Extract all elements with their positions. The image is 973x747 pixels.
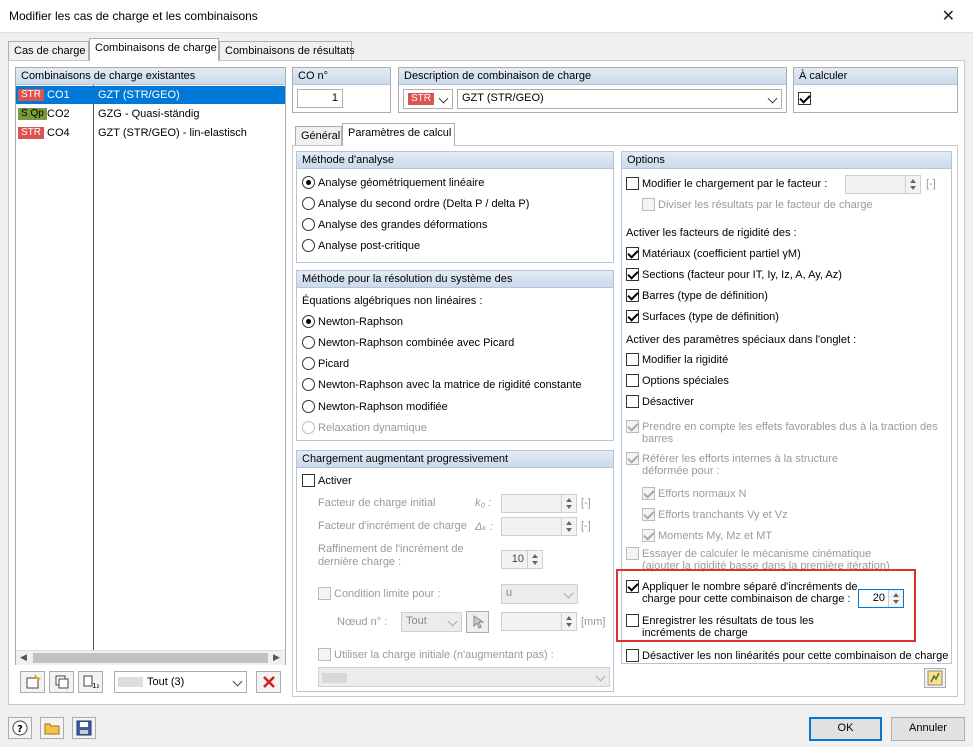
copy-combination-button[interactable] — [49, 671, 74, 693]
initial-load-combo[interactable] — [318, 667, 610, 687]
delete-button[interactable] — [256, 671, 281, 693]
list-item[interactable]: STR CO4 GZT (STR/GEO) - lin-elastisch — [16, 124, 285, 142]
ok-button[interactable]: OK — [809, 717, 882, 741]
existing-combinations-header: Combinaisons de charge existantes — [16, 68, 285, 85]
calculate-label: À calculer — [794, 68, 957, 85]
initial-factor-field[interactable] — [501, 494, 577, 513]
renumber-button[interactable]: 1₂ — [78, 671, 103, 693]
settings-icon — [927, 670, 943, 686]
renumber-icon: 1₂ — [83, 675, 99, 690]
details-button[interactable] — [924, 668, 946, 688]
load-factor-field[interactable] — [845, 175, 921, 194]
tab-parametres-de-calcul[interactable]: Paramètres de calcul — [342, 123, 455, 146]
open-button[interactable] — [40, 717, 64, 739]
chevron-down-icon — [447, 616, 458, 627]
svg-text:1₂: 1₂ — [92, 682, 99, 690]
analysis-large-deformation-option[interactable]: Analyse des grandes déformations — [302, 218, 487, 231]
cancel-button[interactable]: Annuler — [891, 717, 965, 741]
progressive-loading-header: Chargement augmentant progressivement — [297, 451, 613, 468]
copy-icon — [55, 675, 68, 689]
close-icon[interactable]: ✕ — [942, 6, 955, 26]
surfaces-checkbox[interactable]: Surfaces (type de définition) — [626, 310, 779, 323]
existing-combinations-panel: Combinaisons de charge existantes STR CO… — [15, 67, 286, 665]
newton-raphson-option[interactable]: Newton-Raphson — [302, 315, 403, 328]
calculate-panel: À calculer — [793, 67, 958, 113]
increment-factor-field[interactable] — [501, 517, 577, 536]
chevron-down-icon — [595, 671, 606, 682]
analysis-linear-option[interactable]: Analyse géométriquement linéaire — [302, 176, 484, 189]
analysis-second-order-option[interactable]: Analyse du second ordre (Delta P / delta… — [302, 197, 529, 210]
filter-combo[interactable]: Tout (3) — [114, 671, 247, 693]
sections-checkbox[interactable]: Sections (facteur pour IT, Iy, Iz, A, Ay… — [626, 268, 842, 281]
folder-icon — [44, 723, 60, 735]
dynamic-relaxation-option[interactable]: Relaxation dynamique — [302, 421, 427, 434]
favorable-effects-checkbox[interactable]: Prendre en compte les effets favorables … — [626, 420, 938, 433]
new-icon — [26, 674, 41, 689]
activate-checkbox[interactable]: Activer — [302, 474, 352, 487]
co-number-panel: CO n° 1 — [292, 67, 391, 113]
refinement-field[interactable]: 10 — [501, 550, 543, 569]
tab-general[interactable]: Général — [295, 126, 342, 146]
picard-option[interactable]: Picard — [302, 357, 349, 370]
tab-combinaisons-de-charge[interactable]: Combinaisons de charge — [89, 38, 219, 61]
list-item[interactable]: STR CO1 GZT (STR/GEO) — [16, 86, 285, 104]
analysis-post-critical-option[interactable]: Analyse post-critique — [302, 239, 420, 252]
special-options-checkbox[interactable]: Options spéciales — [626, 374, 729, 387]
deactivate-checkbox[interactable]: Désactiver — [626, 395, 694, 408]
refer-internal-forces-checkbox[interactable]: Référer les efforts internes à la struct… — [626, 452, 838, 465]
chevron-down-icon — [563, 588, 574, 599]
resolution-method-header: Méthode pour la résolution du système de… — [297, 271, 613, 288]
pick-node-button[interactable] — [466, 611, 489, 633]
resolution-method-group: Méthode pour la résolution du système de… — [296, 270, 614, 441]
normal-forces-checkbox[interactable]: Efforts normaux N — [642, 487, 746, 500]
options-header: Options — [622, 152, 951, 169]
chevron-down-icon — [232, 676, 243, 687]
progressive-loading-group: Chargement augmentant progressivement Ac… — [296, 450, 614, 692]
svg-text:?: ? — [17, 724, 23, 735]
kinematic-mechanism-checkbox[interactable]: Essayer de calculer le mécanisme cinémat… — [626, 547, 871, 560]
node-combo[interactable]: Tout — [401, 612, 462, 632]
help-button[interactable]: ? — [8, 717, 32, 739]
list-item[interactable]: S Qp CO2 GZG - Quasi-ständig — [16, 105, 285, 123]
shear-forces-checkbox[interactable]: Efforts tranchants Vy et Vz — [642, 508, 788, 521]
divide-results-checkbox[interactable]: Diviser les résultats par le facteur de … — [642, 198, 873, 211]
co-number-label: CO n° — [293, 68, 390, 85]
save-button[interactable] — [72, 717, 96, 739]
moments-checkbox[interactable]: Moments My, Mz et MT — [642, 529, 772, 542]
description-tag-combo[interactable]: STR — [403, 89, 453, 109]
chevron-down-icon — [767, 93, 778, 104]
description-field[interactable]: GZT (STR/GEO) — [457, 89, 782, 109]
title-bar: Modifier les cas de charge et les combin… — [0, 0, 973, 33]
delete-icon — [262, 676, 275, 688]
help-icon: ? — [12, 720, 28, 736]
save-icon — [76, 720, 92, 736]
description-panel: Description de combinaison de charge STR… — [398, 67, 787, 113]
modify-stiffness-checkbox[interactable]: Modifier la rigidité — [626, 353, 728, 366]
newton-raphson-modified-option[interactable]: Newton-Raphson modifiée — [302, 400, 448, 413]
node-value-field[interactable] — [501, 612, 577, 631]
new-combination-button[interactable] — [20, 671, 45, 693]
pointer-icon — [473, 615, 484, 629]
members-checkbox[interactable]: Barres (type de définition) — [626, 289, 768, 302]
boundary-condition-combo[interactable]: u — [501, 584, 578, 604]
chevron-down-icon — [438, 93, 449, 104]
calculate-checkbox[interactable] — [798, 92, 811, 105]
tab-cas-de-charge[interactable]: Cas de charge — [8, 41, 89, 61]
newton-raphson-constant-option[interactable]: Newton-Raphson avec la matrice de rigidi… — [302, 378, 582, 391]
window-title: Modifier les cas de charge et les combin… — [9, 9, 258, 23]
analysis-method-header: Méthode d'analyse — [297, 152, 613, 169]
initial-load-checkbox[interactable]: Utiliser la charge initiale (n'augmentan… — [318, 648, 554, 661]
newton-raphson-picard-option[interactable]: Newton-Raphson combinée avec Picard — [302, 336, 514, 349]
tab-combinaisons-de-resultats[interactable]: Combinaisons de résultats — [219, 41, 355, 61]
boundary-condition-checkbox[interactable]: Condition limite pour : — [318, 587, 440, 600]
horizontal-scrollbar[interactable]: ◀ ▶ — [16, 650, 285, 665]
materials-checkbox[interactable]: Matériaux (coefficient partiel γM) — [626, 247, 801, 260]
deactivate-nonlinearities-checkbox[interactable]: Désactiver les non linéarités pour cette… — [626, 649, 948, 662]
highlight-box — [616, 569, 916, 642]
co-number-field[interactable]: 1 — [297, 89, 343, 108]
description-label: Description de combinaison de charge — [399, 68, 786, 85]
analysis-method-group: Méthode d'analyse Analyse géométriquemen… — [296, 151, 614, 263]
modify-load-factor-checkbox[interactable]: Modifier le chargement par le facteur : — [626, 177, 827, 190]
